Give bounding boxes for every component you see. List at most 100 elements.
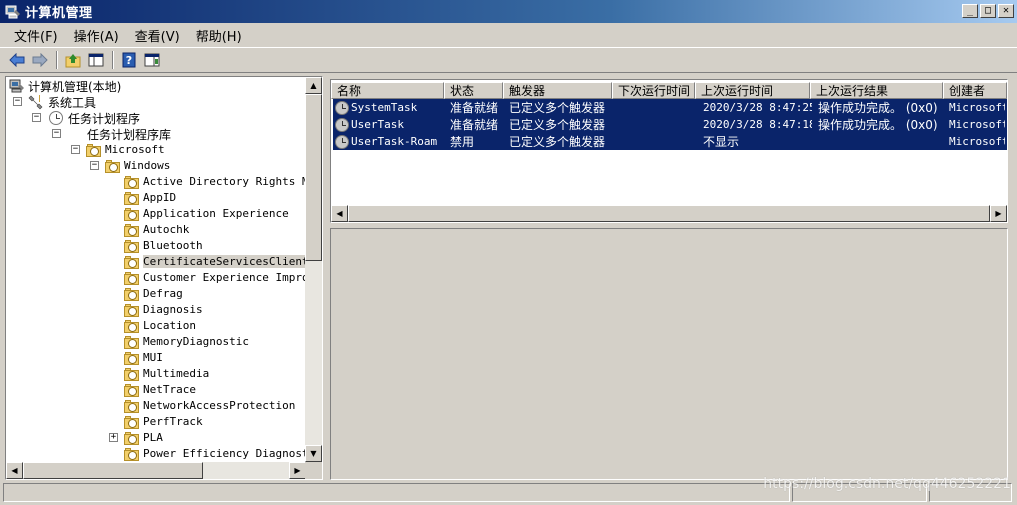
tree-label-child: MUI: [143, 351, 163, 364]
close-button[interactable]: ✕: [998, 4, 1014, 18]
task-folder-icon: [124, 302, 140, 318]
tree-item-child[interactable]: Location: [6, 318, 306, 334]
maximize-button[interactable]: □: [980, 4, 996, 18]
forward-button[interactable]: [29, 49, 51, 71]
tree-item-child[interactable]: PerfTrack: [6, 414, 306, 430]
tree-item-child[interactable]: Power Efficiency Diagnostic: [6, 446, 306, 462]
tree-item-child[interactable]: CertificateServicesClient: [6, 254, 306, 270]
task-folder-icon: [124, 382, 140, 398]
tree-label-child: Defrag: [143, 287, 183, 300]
tree-item-child[interactable]: Defrag: [6, 286, 306, 302]
task-folder-icon: [124, 366, 140, 382]
scrollbar-corner: [305, 462, 322, 479]
tree-label-child: MemoryDiagnostic: [143, 335, 249, 348]
toolbar: ?: [0, 47, 1017, 73]
cell-name: SystemTask: [351, 101, 418, 114]
task-clock-icon: [335, 100, 349, 115]
menu-file[interactable]: 文件(F): [6, 26, 66, 45]
minimize-button[interactable]: _: [962, 4, 978, 18]
table-row[interactable]: UserTask-Roam 禁用 已定义多个触发器 不显示 Microsoft: [333, 133, 1007, 150]
column-header-trigger[interactable]: 触发器: [503, 82, 612, 99]
tools-icon: [28, 94, 44, 110]
collapse-icon[interactable]: −: [71, 145, 80, 154]
collapse-icon[interactable]: −: [52, 129, 61, 138]
table-row[interactable]: UserTask 准备就绪 已定义多个触发器 2020/3/28 8:47:18…: [333, 116, 1007, 133]
menu-view[interactable]: 查看(V): [127, 26, 188, 45]
clock-icon: [48, 110, 64, 126]
column-header-status[interactable]: 状态: [444, 82, 503, 99]
tree-item-child[interactable]: AppID: [6, 190, 306, 206]
column-header-last-run[interactable]: 上次运行时间: [695, 82, 810, 99]
scroll-thumb[interactable]: [23, 462, 203, 479]
scroll-left-button[interactable]: ◀: [6, 462, 23, 479]
tree-item-child[interactable]: Customer Experience Improve: [6, 270, 306, 286]
show-hide-action-pane-button[interactable]: [141, 49, 163, 71]
scroll-down-button[interactable]: ▼: [305, 445, 322, 462]
tree-label-child: PLA: [143, 431, 163, 444]
menu-action[interactable]: 操作(A): [66, 26, 127, 45]
tree-item-task-library[interactable]: − 任务计划程序库: [6, 126, 306, 142]
tree-item-root[interactable]: 计算机管理(本地): [6, 78, 306, 94]
column-header-name[interactable]: 名称: [331, 82, 444, 99]
cell-status: 准备就绪: [450, 101, 499, 115]
window-title: 计算机管理: [25, 6, 93, 21]
tree-item-child[interactable]: NetTrace: [6, 382, 306, 398]
scroll-right-button[interactable]: ▶: [990, 205, 1007, 222]
cell-trigger: 已定义多个触发器: [509, 118, 606, 132]
tree-label-child: Diagnosis: [143, 303, 203, 316]
tree-vertical-scrollbar[interactable]: ▲ ▼: [305, 77, 322, 462]
list-header: 名称 状态 触发器 下次运行时间 上次运行时间 上次运行结果 创建者: [331, 82, 1007, 99]
scroll-thumb[interactable]: [348, 205, 990, 222]
collapse-icon[interactable]: −: [90, 161, 99, 170]
tree-item-child[interactable]: MUI: [6, 350, 306, 366]
task-folder-icon: [124, 398, 140, 414]
tree-label-system-tools: 系统工具: [48, 96, 97, 110]
collapse-icon[interactable]: −: [32, 113, 41, 122]
navigation-tree: 计算机管理(本地) − 系统工具 − 任务计划程序 − 任务计划程序库 − Mi…: [6, 77, 306, 462]
tree-item-child[interactable]: Autochk: [6, 222, 306, 238]
tree-label-child: Power Efficiency Diagnostic: [143, 447, 306, 460]
watermark-text: https://blog.csdn.net/qq446252221: [763, 476, 1011, 492]
status-panel-main: [3, 483, 790, 502]
help-button[interactable]: ?: [118, 49, 140, 71]
tree-item-windows[interactable]: − Windows: [6, 158, 306, 174]
menu-help[interactable]: 帮助(H): [188, 26, 250, 45]
show-hide-tree-button[interactable]: [85, 49, 107, 71]
tree-item-child[interactable]: Multimedia: [6, 366, 306, 382]
tree-item-child[interactable]: NetworkAccessProtection: [6, 398, 306, 414]
tree-label-microsoft: Microsoft: [105, 143, 165, 156]
tree-label-child: Autochk: [143, 223, 190, 236]
cell-last-run: 不显示: [703, 135, 740, 149]
up-level-button[interactable]: [62, 49, 84, 71]
column-header-next-run[interactable]: 下次运行时间: [612, 82, 695, 99]
tree-item-microsoft[interactable]: − Microsoft: [6, 142, 306, 158]
task-clock-icon: [335, 117, 349, 132]
svg-text:?: ?: [126, 54, 132, 67]
tree-item-child[interactable]: Active Directory Rights Mar: [6, 174, 306, 190]
list-horizontal-scrollbar[interactable]: ◀ ▶: [331, 205, 1007, 222]
cell-name: UserTask: [351, 118, 404, 131]
table-row[interactable]: SystemTask 准备就绪 已定义多个触发器 2020/3/28 8:47:…: [333, 99, 1007, 116]
task-folder-icon: [124, 254, 140, 270]
scroll-up-button[interactable]: ▲: [305, 77, 322, 94]
tree-item-child[interactable]: Application Experience: [6, 206, 306, 222]
back-button[interactable]: [6, 49, 28, 71]
tree-label-child: CertificateServicesClient: [143, 255, 306, 268]
cell-last-run: 2020/3/28 8:47:18: [703, 118, 812, 131]
collapse-icon[interactable]: −: [13, 97, 22, 106]
tree-item-child[interactable]: Diagnosis: [6, 302, 306, 318]
expand-icon[interactable]: +: [109, 433, 118, 442]
tree-item-system-tools[interactable]: − 系统工具: [6, 94, 306, 110]
tree-horizontal-scrollbar[interactable]: ◀ ▶: [6, 462, 306, 479]
tree-item-child[interactable]: MemoryDiagnostic: [6, 334, 306, 350]
scroll-thumb[interactable]: [305, 94, 322, 261]
tree-label-child: Multimedia: [143, 367, 210, 380]
column-header-author[interactable]: 创建者: [943, 82, 1007, 99]
column-header-last-result[interactable]: 上次运行结果: [810, 82, 943, 99]
tree-item-child[interactable]: + PLA: [6, 430, 306, 446]
tree-item-task-scheduler[interactable]: − 任务计划程序: [6, 110, 306, 126]
scroll-left-button[interactable]: ◀: [331, 205, 348, 222]
task-folder-icon: [124, 238, 140, 254]
tree-item-child[interactable]: Bluetooth: [6, 238, 306, 254]
scroll-right-button[interactable]: ▶: [289, 462, 306, 479]
